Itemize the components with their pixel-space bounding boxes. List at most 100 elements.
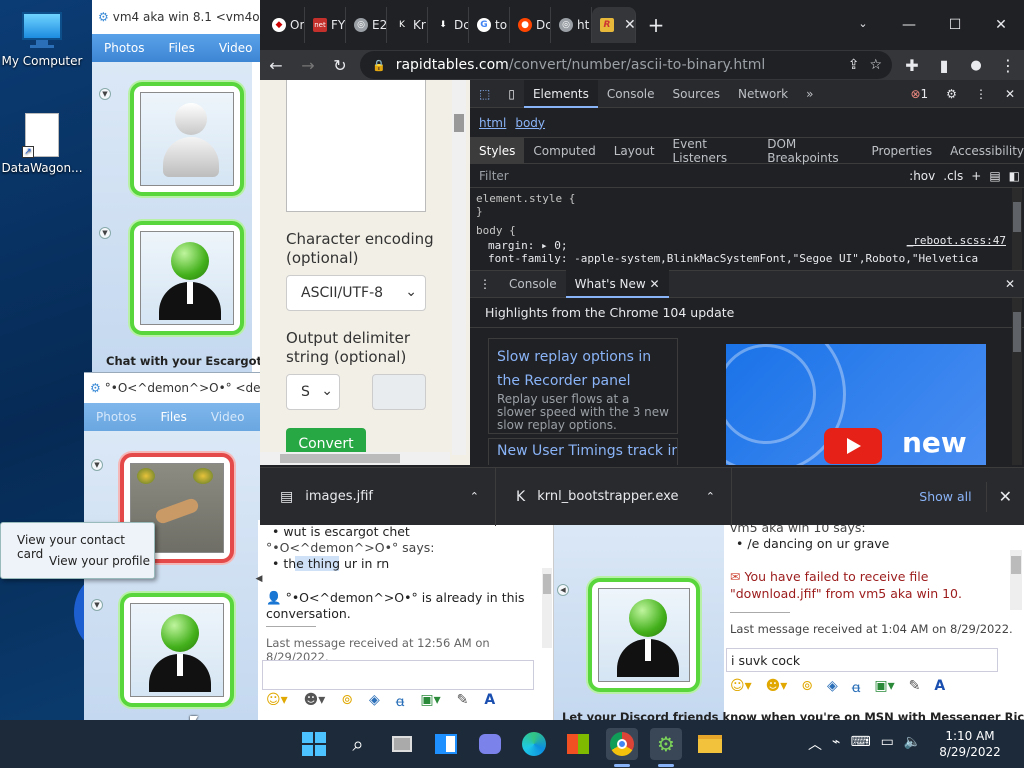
forward-button[interactable]: → [292,56,324,75]
subtab-event-listeners[interactable]: Event Listeners [664,137,759,165]
devtools-close-icon[interactable]: ✕ [996,87,1024,101]
new-rule-icon[interactable]: + [967,169,985,183]
subtab-styles[interactable]: Styles [470,137,525,164]
text-format-icon[interactable]: A [484,692,495,711]
error-badge[interactable]: ⊗1 [901,87,937,101]
collapse-icon[interactable]: ▼ [91,459,103,471]
subtab-computed[interactable]: Computed [524,144,604,158]
voice-clip-icon[interactable]: ◈ [369,692,380,711]
show-all-button[interactable]: Show all [905,489,985,504]
my-picture[interactable] [120,593,234,707]
msn-window-vm4[interactable]: ⚙ vm4 aka win 8.1 <vm4onc Photos Files V… [92,0,262,375]
tab-7[interactable]: ● Dc [510,7,551,43]
tab-sources[interactable]: Sources [664,87,729,101]
nudge-icon[interactable]: ⊚ [801,678,813,697]
wink-icon[interactable]: ☻▾ [766,678,788,697]
chevron-up-icon[interactable]: ⌃ [706,490,715,503]
menu-files[interactable]: Files [156,41,206,55]
feature-card-2[interactable]: New User Timings track in [488,438,678,465]
tab-elements[interactable]: Elements [523,79,598,108]
nudge-icon[interactable]: ⊚ [341,692,353,711]
drawer-tab-whats-new[interactable]: What's New ✕ [565,270,669,298]
more-tabs-icon[interactable]: » [797,87,822,101]
bookmark-star-icon[interactable]: ☆ [869,57,882,73]
drawer-scrollbar[interactable] [1012,298,1022,465]
contact-picture[interactable] [130,82,244,196]
close-downloads-bar-icon[interactable]: ✕ [987,487,1024,506]
minimize-button[interactable]: — [886,17,932,33]
input-textarea[interactable] [286,80,426,212]
inspect-icon[interactable]: ⬚ [470,87,499,101]
text-format-icon[interactable]: A [934,678,945,697]
scrollbar[interactable] [1010,550,1022,610]
chevron-up-icon[interactable]: ⌃ [470,490,479,503]
device-toolbar-icon[interactable]: ▯ [499,87,524,101]
desktop-icon-my-computer[interactable]: My Computer [0,10,84,68]
tab-5[interactable]: ⬇ Dc [428,7,469,43]
tab-8[interactable]: ◎ ht [551,7,592,43]
menu-photos[interactable]: Photos [84,410,148,424]
breadcrumb-body[interactable]: body [515,116,554,130]
update-video-thumbnail[interactable]: new [726,344,986,465]
display-icon[interactable]: ▭ [881,734,894,754]
background-icon[interactable]: ▣▾ [420,692,440,711]
sidebar-toggle-icon[interactable]: ◧ [1005,169,1024,183]
tab-4[interactable]: K Kr [387,7,428,43]
my-picture[interactable] [588,578,700,692]
share-icon[interactable]: ⇪ [848,57,860,73]
network-icon[interactable]: ⌁ [832,734,840,754]
horizontal-scrollbar[interactable] [260,452,450,465]
view-profile-link[interactable]: View your profile [49,554,150,568]
subtab-layout[interactable]: Layout [605,144,664,158]
side-panel-icon[interactable]: ▮ [928,56,960,75]
tab-2[interactable]: net FY [305,7,346,43]
convert-button[interactable]: Convert [286,428,366,454]
menu-video[interactable]: Video [199,410,257,424]
collapse-icon[interactable]: ▼ [91,599,103,611]
collapse-icon[interactable]: ▼ [99,227,111,239]
menu-icon[interactable]: ⋮ [992,56,1024,75]
address-bar[interactable]: 🔒 rapidtables.com/convert/number/ascii-t… [360,51,892,79]
subtab-dom-breakpoints[interactable]: DOM Breakpoints [758,137,862,165]
desktop-icon-datawagon[interactable]: ↗ DataWagon... [0,113,84,175]
keyboard-icon[interactable]: ⌨ [850,734,870,754]
clock[interactable]: 1:10 AM 8/29/2022 [930,728,1010,760]
tab-close-icon[interactable]: ✕ [624,17,635,33]
voice-clip-icon[interactable]: ◈ [827,678,838,697]
emoticon-icon[interactable]: ☺▾ [730,678,752,697]
css-source-link[interactable]: _reboot.scss:47 [907,234,1006,247]
my-picture[interactable] [130,221,244,335]
collapse-icon[interactable]: ▼ [99,88,111,100]
filter-input[interactable]: Filter [470,169,905,183]
play-icon[interactable] [824,428,882,464]
delimiter-input[interactable] [372,374,426,410]
wink-icon[interactable]: ☻▾ [304,692,326,711]
subtab-properties[interactable]: Properties [863,144,942,158]
drawer-menu-icon[interactable]: ⋮ [470,277,500,291]
tab-6[interactable]: Gto [469,7,510,43]
background-icon[interactable]: ▣▾ [874,678,894,697]
font-icon[interactable]: ꬰ [396,692,405,711]
styles-scrollbar[interactable] [1012,188,1022,270]
tab-1[interactable]: ◆ Or [264,7,305,43]
tab-search-icon[interactable]: ⌄ [840,17,886,33]
start-button[interactable] [298,728,330,760]
devtools-menu-icon[interactable]: ⋮ [966,87,996,101]
close-button[interactable]: ✕ [978,17,1024,33]
subtab-accessibility[interactable]: Accessibility [941,144,1024,158]
expand-icon[interactable]: ◀ [253,574,265,586]
tray-overflow-icon[interactable]: ︿ [808,734,822,754]
extensions-icon[interactable]: ✚ [896,56,928,75]
file-explorer-icon[interactable] [694,728,726,760]
encoding-select[interactable]: ASCII/UTF-8 ⌄ [286,275,426,311]
drawer-tab-console[interactable]: Console [500,277,566,291]
hov-toggle[interactable]: :hov [905,169,939,183]
tab-network[interactable]: Network [729,87,797,101]
menu-photos[interactable]: Photos [92,41,156,55]
breadcrumb-html[interactable]: html [470,116,515,130]
css-property[interactable]: font-family: -apple-system,BlinkMacSyste… [476,252,1018,265]
pen-icon[interactable]: ✎ [457,692,469,711]
edge-icon[interactable] [518,728,550,760]
pen-icon[interactable]: ✎ [909,678,921,697]
cls-toggle[interactable]: .cls [939,169,967,183]
